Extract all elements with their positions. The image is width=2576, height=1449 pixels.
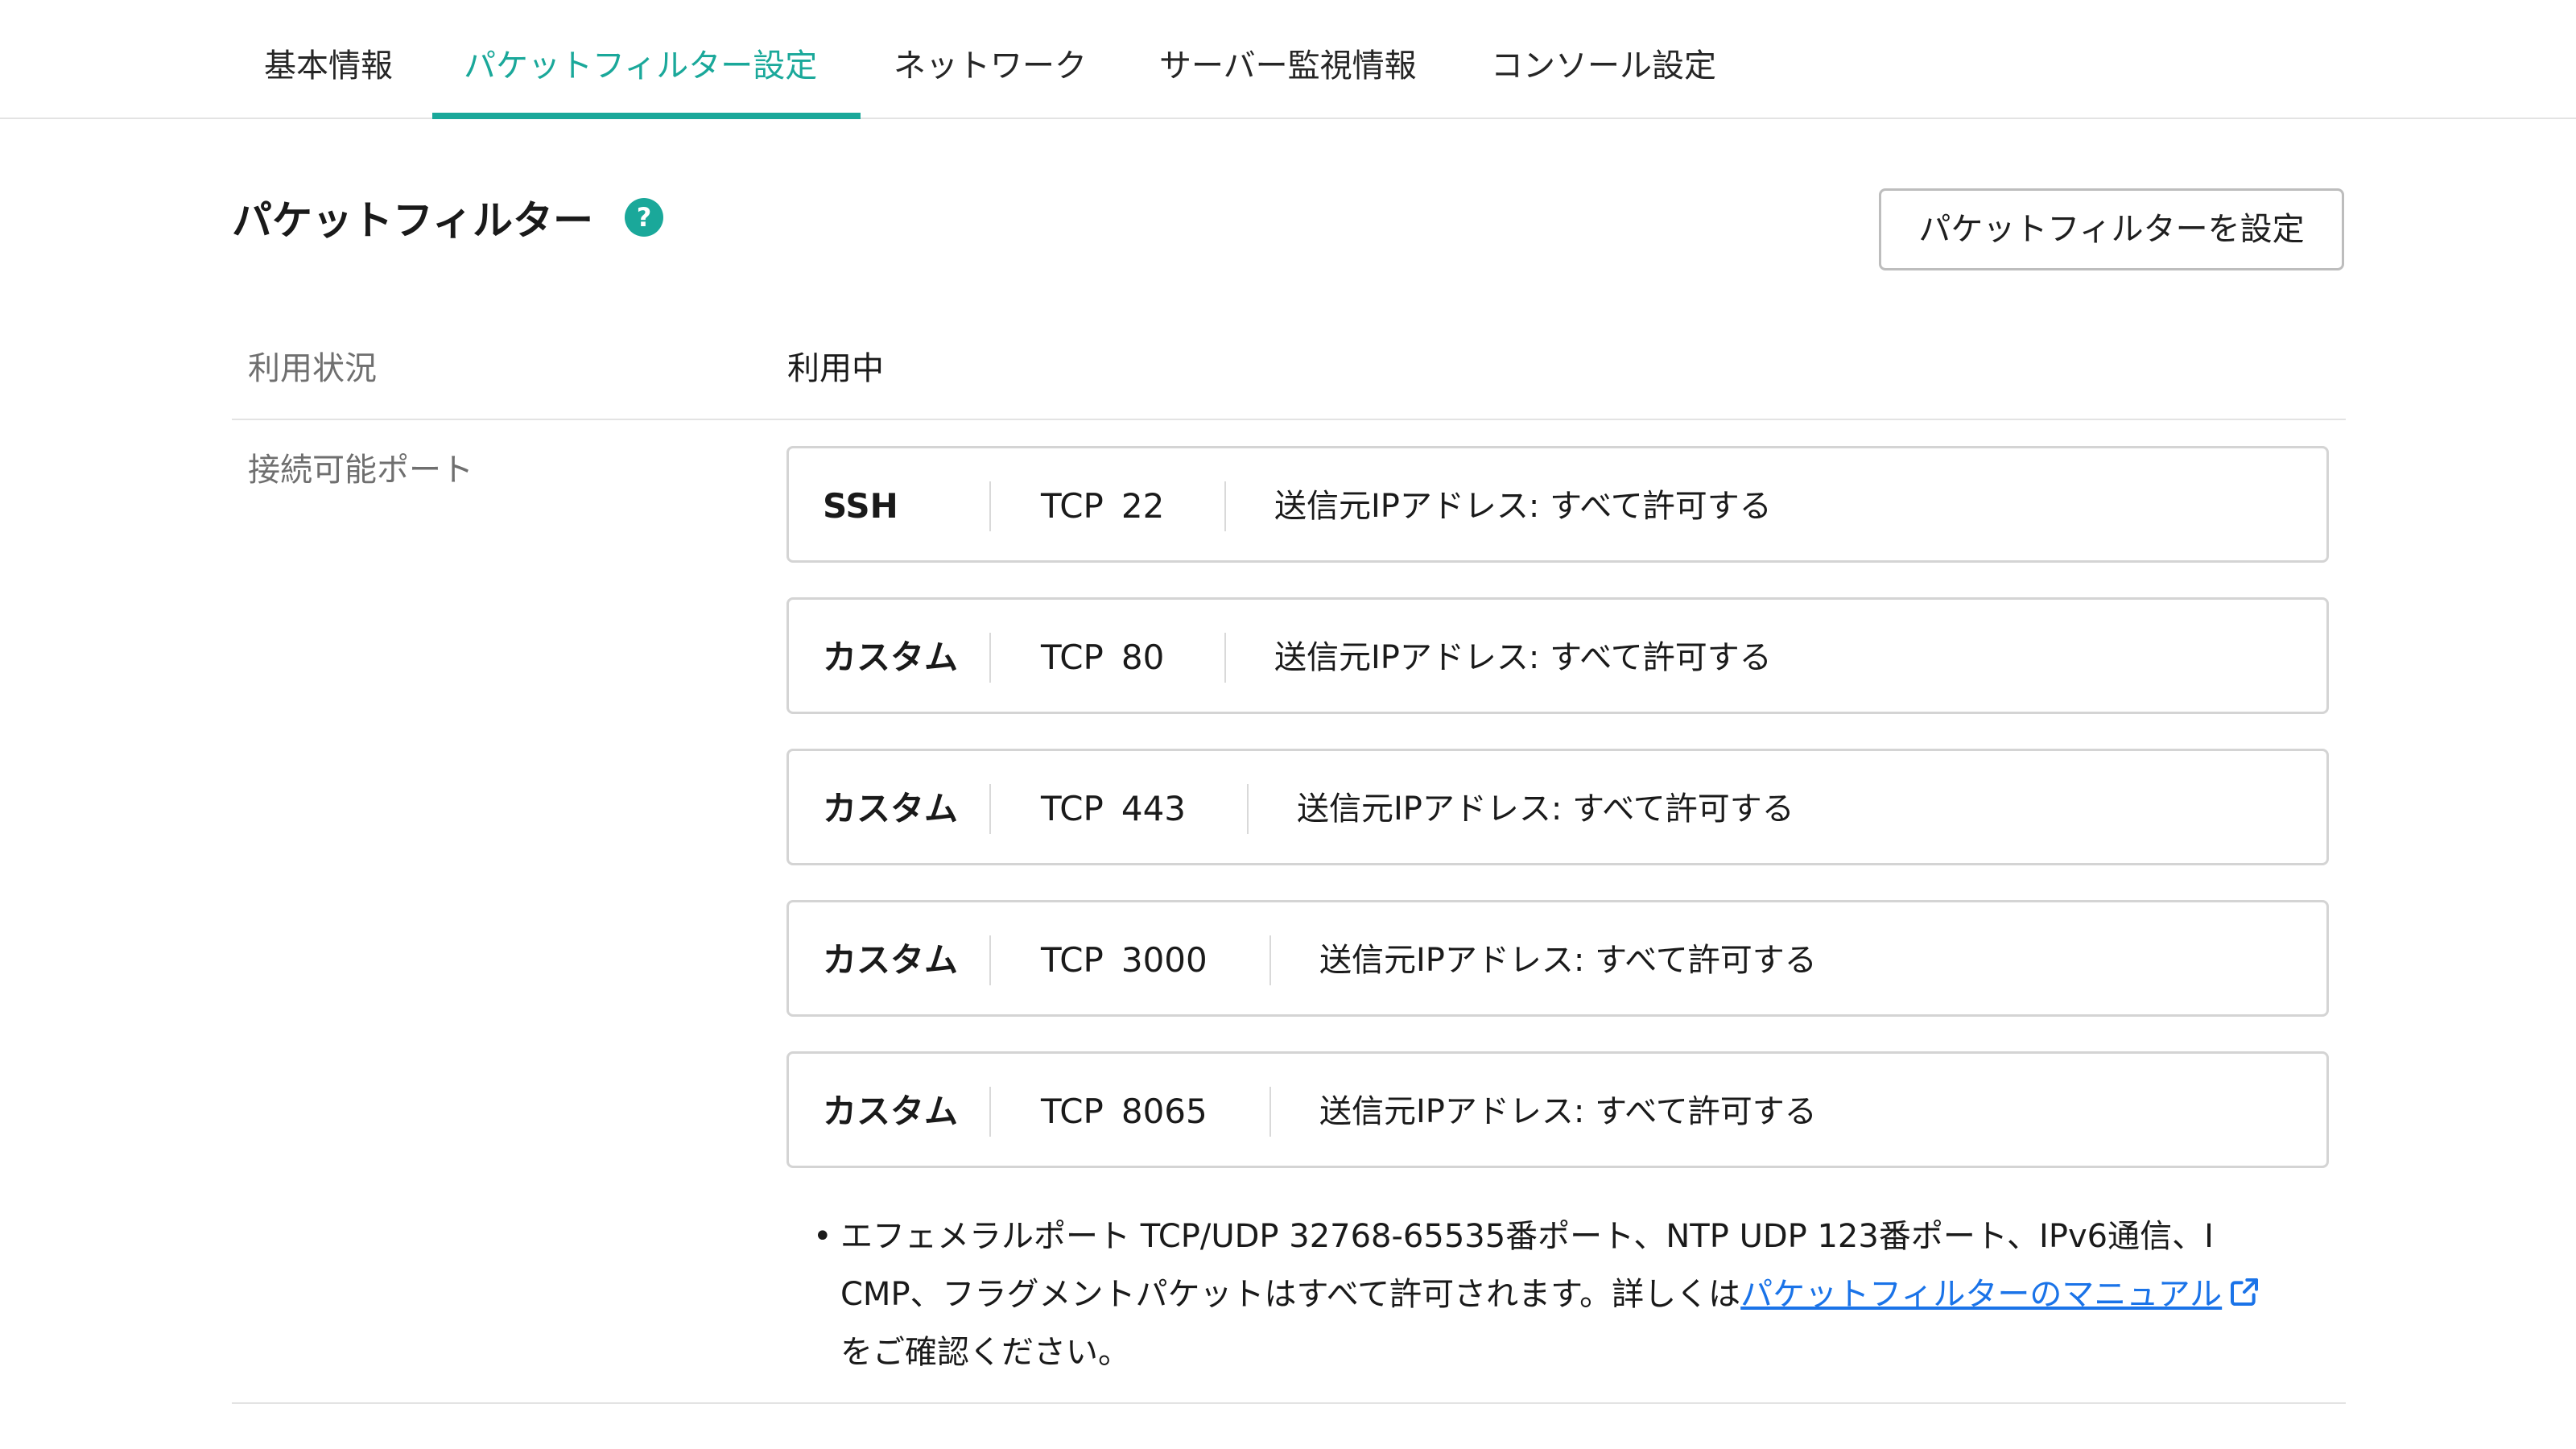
rule-protocol-port: TCP 3000 xyxy=(1041,936,1208,985)
tab-basic-info[interactable]: 基本情報 xyxy=(264,42,393,90)
rule-separator xyxy=(1269,1087,1271,1137)
active-tab-indicator xyxy=(432,113,861,119)
row-divider xyxy=(232,419,2346,420)
rule-separator xyxy=(989,1087,991,1137)
ports-label: 接続可能ポート xyxy=(248,452,473,489)
note-line-1: エフェメラルポート TCP/UDP 32768-65535番ポート、NTP UD… xyxy=(840,1218,2214,1255)
tab-bar: 基本情報 パケットフィルター設定 ネットワーク サーバー監視情報 コンソール設定 xyxy=(0,0,2576,119)
note-line-3: をご確認ください。 xyxy=(840,1334,1130,1371)
rule-port: 3000 xyxy=(1121,940,1208,980)
note-line-2: CMP、フラグメントパケットはすべて許可されます。詳しくはパケットフィルターのマ… xyxy=(840,1265,2338,1323)
rule-separator xyxy=(1269,935,1271,985)
rule-name: カスタム xyxy=(823,1092,959,1131)
tab-server-monitoring[interactable]: サーバー監視情報 xyxy=(1159,42,1417,90)
tab-network[interactable]: ネットワーク xyxy=(894,42,1087,90)
rule-protocol-port: TCP 80 xyxy=(1041,634,1164,682)
configure-packet-filter-button[interactable]: パケットフィルターを設定 xyxy=(1879,188,2344,270)
rule-separator xyxy=(1224,481,1226,531)
port-rule-card: カスタム TCP 3000 送信元IPアドレス: すべて許可する xyxy=(786,900,2329,1017)
rule-source: 送信元IPアドレス: すべて許可する xyxy=(1297,791,1794,828)
question-circle-icon[interactable]: ? xyxy=(625,198,663,237)
rule-protocol-port: TCP 22 xyxy=(1041,482,1164,530)
port-rule-card: SSH TCP 22 送信元IPアドレス: すべて許可する xyxy=(786,446,2329,563)
rule-separator xyxy=(989,935,991,985)
port-rule-card: カスタム TCP 8065 送信元IPアドレス: すべて許可する xyxy=(786,1051,2329,1168)
port-rule-card: カスタム TCP 443 送信元IPアドレス: すべて許可する xyxy=(786,749,2329,865)
rule-port: 80 xyxy=(1121,638,1165,677)
rule-protocol: TCP xyxy=(1041,940,1104,980)
rule-separator xyxy=(1224,633,1226,683)
port-rule-card: カスタム TCP 80 送信元IPアドレス: すべて許可する xyxy=(786,597,2329,714)
rule-separator xyxy=(989,633,991,683)
tab-console-settings[interactable]: コンソール設定 xyxy=(1491,42,1716,90)
section-title: パケットフィルター xyxy=(232,197,593,244)
rule-port: 22 xyxy=(1121,486,1165,526)
packet-filter-manual-link[interactable]: パケットフィルターのマニュアル xyxy=(1740,1276,2222,1313)
rule-protocol: TCP xyxy=(1041,638,1104,677)
rule-source: 送信元IPアドレス: すべて許可する xyxy=(1319,1093,1817,1130)
rule-port: 8065 xyxy=(1121,1092,1208,1131)
external-link-icon[interactable] xyxy=(2228,1276,2260,1308)
rule-protocol: TCP xyxy=(1041,789,1104,828)
rule-name: SSH xyxy=(823,486,898,526)
rule-source: 送信元IPアドレス: すべて許可する xyxy=(1274,488,1772,525)
rule-protocol: TCP xyxy=(1041,1092,1104,1131)
rule-name: カスタム xyxy=(823,789,959,828)
rule-source: 送信元IPアドレス: すべて許可する xyxy=(1319,942,1817,979)
rule-separator xyxy=(1247,784,1249,834)
rule-name: カスタム xyxy=(823,940,959,980)
note-line-2-text: CMP、フラグメントパケットはすべて許可されます。詳しくは xyxy=(840,1276,1741,1313)
usage-value: 利用中 xyxy=(787,350,884,387)
rule-source: 送信元IPアドレス: すべて許可する xyxy=(1274,639,1772,676)
rule-separator xyxy=(989,481,991,531)
bullet: • xyxy=(813,1218,832,1255)
rule-protocol-port: TCP 443 xyxy=(1041,785,1186,833)
rule-separator xyxy=(989,784,991,834)
usage-label: 利用状況 xyxy=(248,350,377,387)
tab-packet-filter[interactable]: パケットフィルター設定 xyxy=(464,42,817,90)
section-bottom-divider xyxy=(232,1402,2346,1404)
rule-name: カスタム xyxy=(823,638,959,677)
rule-protocol-port: TCP 8065 xyxy=(1041,1088,1208,1136)
rule-protocol: TCP xyxy=(1041,486,1104,526)
rule-port: 443 xyxy=(1121,789,1187,828)
